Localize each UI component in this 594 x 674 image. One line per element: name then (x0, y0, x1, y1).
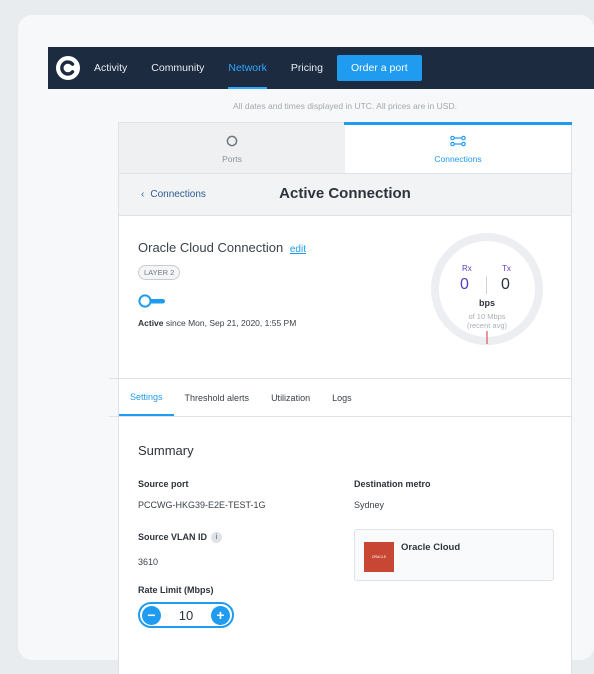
decrement-button[interactable]: − (142, 605, 161, 625)
source-port-label: Source port (138, 479, 189, 489)
tab-connections[interactable]: Connections (345, 123, 571, 173)
tx-label: Tx (502, 264, 511, 273)
nav-community[interactable]: Community (151, 47, 204, 89)
throughput-gauge: Rx Tx 0 0 bps of 10 Mbps (recent avg) (430, 232, 544, 346)
destination-metro-value: Sydney (354, 500, 385, 510)
layer-badge: LAYER 2 (138, 265, 181, 280)
connection-name-text: Oracle Cloud Connection (138, 240, 284, 255)
nav-activity[interactable]: Activity (94, 47, 127, 89)
top-navigation: Activity Community Network Pricing Order… (48, 47, 594, 89)
oracle-cloud-logo: ORACLE (364, 542, 394, 572)
summary-section: Summary Source port PCCWG-HKG39-E2E-TEST… (119, 417, 571, 674)
vlan-id-value: 3610 (138, 557, 159, 567)
tab-logs[interactable]: Logs (321, 379, 363, 416)
connections-icon (450, 133, 466, 149)
source-port-value: PCCWG-HKG39-E2E-TEST-1G (138, 500, 266, 510)
tab-ports[interactable]: Ports (119, 123, 345, 173)
main-panel: Ports Connections ‹ Connections Active Co… (109, 122, 572, 674)
rate-limit-value[interactable]: 10 (179, 608, 193, 623)
section-tabs: Ports Connections (119, 123, 571, 174)
status-label: Active (138, 318, 164, 328)
tx-value: 0 (501, 276, 510, 293)
gauge-unit: bps (478, 298, 495, 308)
page-title: Active Connection (279, 185, 411, 202)
summary-title: Summary (138, 443, 194, 458)
edit-name-link[interactable]: edit (290, 244, 306, 255)
circle-icon (226, 133, 238, 149)
rx-label: Rx (462, 264, 472, 273)
destination-metro-label: Destination metro (354, 479, 431, 489)
destination-provider-card[interactable]: ORACLE Oracle Cloud (354, 529, 554, 581)
rx-value: 0 (460, 276, 469, 293)
nav-pricing[interactable]: Pricing (291, 47, 323, 89)
vlan-id-label-text: Source VLAN ID (138, 532, 208, 542)
plus-icon: + (216, 607, 225, 623)
gauge-divider (486, 276, 487, 294)
minus-icon: − (147, 607, 156, 623)
nav-network[interactable]: Network (228, 47, 267, 89)
status-text: Active since Mon, Sep 21, 2020, 1:55 PM (138, 318, 296, 328)
tab-ports-label: Ports (222, 153, 242, 164)
gauge-capacity: of 10 Mbps (recent avg) (430, 312, 544, 330)
page-header: ‹ Connections Active Connection (119, 174, 571, 216)
info-icon[interactable]: i (211, 532, 223, 544)
gauge-capacity-line2: (recent avg) (466, 321, 508, 330)
vlan-id-label: Source VLAN ID i (138, 532, 223, 544)
active-tab-indicator (344, 122, 572, 125)
settings-tabs: Settings Threshold alerts Utilization Lo… (109, 378, 571, 417)
rate-limit-stepper: − 10 + (138, 602, 234, 628)
provider-name: Oracle Cloud (401, 542, 461, 553)
order-port-button[interactable]: Order a port (337, 55, 422, 81)
tab-utilization[interactable]: Utilization (260, 379, 321, 416)
connection-name: Oracle Cloud Connection edit (138, 240, 306, 255)
tab-settings[interactable]: Settings (119, 379, 174, 416)
status-since: since Mon, Sep 21, 2020, 1:55 PM (163, 318, 297, 328)
connection-status-toggle[interactable] (138, 294, 166, 313)
timezone-notice: All dates and times displayed in UTC. Al… (233, 101, 457, 111)
brand-logo-icon[interactable] (54, 54, 82, 82)
tab-connections-label: Connections (434, 153, 482, 164)
increment-button[interactable]: + (211, 605, 230, 625)
gauge-capacity-line1: of 10 Mbps (468, 312, 506, 321)
connection-overview: Oracle Cloud Connection edit LAYER 2 Act… (119, 216, 571, 378)
rate-limit-label: Rate Limit (Mbps) (138, 585, 214, 595)
tab-threshold-alerts[interactable]: Threshold alerts (174, 379, 261, 416)
